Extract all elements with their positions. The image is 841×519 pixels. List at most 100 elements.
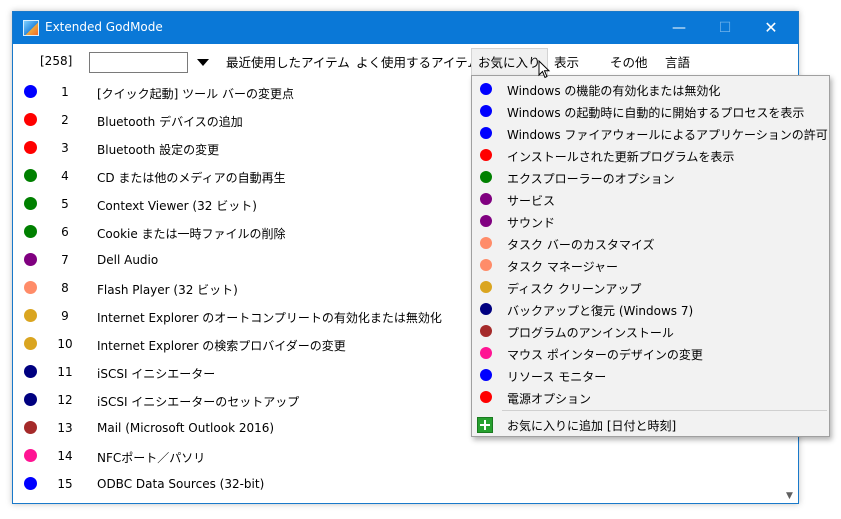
color-dot-icon <box>480 149 492 161</box>
favorite-item-label: Windows の起動時に自動的に開始するプロセスを表示 <box>507 106 805 120</box>
color-dot-icon <box>480 369 492 381</box>
color-dot-icon <box>24 85 37 98</box>
favorite-menu-item[interactable]: バックアップと復元 (Windows 7) <box>472 298 829 320</box>
color-dot-icon <box>24 365 37 378</box>
add-favorite-item[interactable]: お気に入りに追加 [日付と時刻] <box>472 413 829 435</box>
window-title: Extended GodMode <box>45 20 163 34</box>
item-label: CD または他のメディアの自動再生 <box>97 171 286 185</box>
item-number: 3 <box>61 141 69 155</box>
favorite-item-label: エクスプローラーのオプション <box>507 172 675 186</box>
color-dot-icon <box>480 347 492 359</box>
mouse-cursor-icon <box>538 60 551 79</box>
item-label: Bluetooth 設定の変更 <box>97 143 220 157</box>
search-input[interactable] <box>89 52 188 73</box>
item-label: Mail (Microsoft Outlook 2016) <box>97 421 275 435</box>
item-number: 10 <box>57 337 73 351</box>
favorite-menu-item[interactable]: タスク マネージャー <box>472 254 829 276</box>
item-number: 5 <box>61 197 69 211</box>
favorite-menu-item[interactable]: サウンド <box>472 210 829 232</box>
favorite-menu-item[interactable]: プログラムのアンインストール <box>472 320 829 342</box>
favorite-item-label: プログラムのアンインストール <box>507 326 674 340</box>
favorite-menu-item[interactable]: タスク バーのカスタマイズ <box>472 232 829 254</box>
toolbar: [258] 最近使用したアイテム よく使用するアイテム お気に入り 表示 その他… <box>13 44 798 78</box>
color-dot-icon <box>480 281 492 293</box>
color-dot-icon <box>480 171 492 183</box>
menu-other[interactable]: その他 <box>604 52 654 74</box>
color-dot-icon <box>24 169 37 182</box>
item-label: iSCSI イニシエーターのセットアップ <box>97 395 300 409</box>
color-dot-icon <box>24 449 37 462</box>
menu-separator <box>502 410 827 411</box>
favorite-item-label: サウンド <box>507 216 556 230</box>
favorite-menu-item[interactable]: 電源オプション <box>472 386 829 408</box>
item-number: 7 <box>61 253 69 267</box>
list-item[interactable]: 14 NFCポート／パソリ <box>13 442 783 470</box>
favorite-menu-item[interactable]: Windows の機能の有効化または無効化 <box>472 78 829 100</box>
item-number: 4 <box>61 169 69 183</box>
menu-frequent[interactable]: よく使用するアイテム <box>350 52 486 74</box>
item-label: Dell Audio <box>97 253 159 267</box>
favorite-menu-item[interactable]: ディスク クリーンアップ <box>472 276 829 298</box>
color-dot-icon <box>24 281 37 294</box>
color-dot-icon <box>24 225 37 238</box>
color-dot-icon <box>24 421 37 434</box>
favorite-menu-item[interactable]: マウス ポインターのデザインの変更 <box>472 342 829 364</box>
favorite-menu-item[interactable]: エクスプローラーのオプション <box>472 166 829 188</box>
favorite-item-label: バックアップと復元 (Windows 7) <box>507 304 694 318</box>
item-label: Flash Player (32 ビット) <box>97 283 238 297</box>
color-dot-icon <box>24 393 37 406</box>
item-count: [258] <box>40 54 73 68</box>
color-dot-icon <box>24 141 37 154</box>
color-dot-icon <box>24 253 37 266</box>
menu-favorites[interactable]: お気に入り <box>471 48 548 78</box>
minimize-button[interactable]: — <box>656 12 702 44</box>
maximize-button[interactable]: ☐ <box>702 12 748 44</box>
item-number: 15 <box>57 477 73 491</box>
favorite-item-label: インストールされた更新プログラムを表示 <box>507 150 735 164</box>
favorite-menu-item[interactable]: インストールされた更新プログラムを表示 <box>472 144 829 166</box>
item-number: 14 <box>57 449 73 463</box>
color-dot-icon <box>480 193 492 205</box>
color-dot-icon <box>24 337 37 350</box>
favorite-item-label: サービス <box>507 194 556 208</box>
menu-recent[interactable]: 最近使用したアイテム <box>220 52 356 74</box>
color-dot-icon <box>480 215 492 227</box>
color-dot-icon <box>480 259 492 271</box>
menu-language[interactable]: 言語 <box>659 52 696 74</box>
item-label: ODBC Data Sources (32-bit) <box>97 477 265 491</box>
list-item[interactable]: 15 ODBC Data Sources (32-bit) <box>13 470 783 498</box>
color-dot-icon <box>480 303 492 315</box>
favorite-item-label: Windows の機能の有効化または無効化 <box>507 84 721 98</box>
favorite-menu-item[interactable]: サービス <box>472 188 829 210</box>
item-number: 2 <box>61 113 69 127</box>
item-number: 8 <box>61 281 69 295</box>
item-label: Bluetooth デバイスの追加 <box>97 115 243 129</box>
favorite-menu-item[interactable]: Windows の起動時に自動的に開始するプロセスを表示 <box>472 100 829 122</box>
search-dropdown-icon[interactable] <box>197 59 209 66</box>
color-dot-icon <box>24 113 37 126</box>
item-label: Cookie または一時ファイルの削除 <box>97 227 286 241</box>
item-label: Internet Explorer のオートコンプリートの有効化または無効化 <box>97 311 442 325</box>
item-label: Internet Explorer の検索プロバイダーの変更 <box>97 339 346 353</box>
add-icon <box>477 417 493 433</box>
color-dot-icon <box>24 477 37 490</box>
item-label: Context Viewer (32 ビット) <box>97 199 257 213</box>
favorite-item-label: マウス ポインターのデザインの変更 <box>507 348 703 362</box>
favorite-menu-item[interactable]: Windows ファイアウォールによるアプリケーションの許可 <box>472 122 829 144</box>
item-label: [クイック起動] ツール バーの変更点 <box>97 87 294 101</box>
favorite-item-label: ディスク クリーンアップ <box>507 282 642 296</box>
item-number: 12 <box>57 393 73 407</box>
add-favorite-label: お気に入りに追加 [日付と時刻] <box>507 419 677 433</box>
color-dot-icon <box>480 83 492 95</box>
title-bar[interactable]: Extended GodMode — ☐ ✕ <box>13 12 798 44</box>
scroll-down-icon[interactable]: ▼ <box>786 491 793 501</box>
menu-view[interactable]: 表示 <box>548 52 585 74</box>
item-label: iSCSI イニシエーター <box>97 367 216 381</box>
color-dot-icon <box>480 105 492 117</box>
item-number: 1 <box>61 85 69 99</box>
color-dot-icon <box>480 391 492 403</box>
favorite-menu-item[interactable]: リソース モニター <box>472 364 829 386</box>
favorite-item-label: 電源オプション <box>507 392 592 406</box>
color-dot-icon <box>480 127 492 139</box>
close-button[interactable]: ✕ <box>748 12 794 44</box>
